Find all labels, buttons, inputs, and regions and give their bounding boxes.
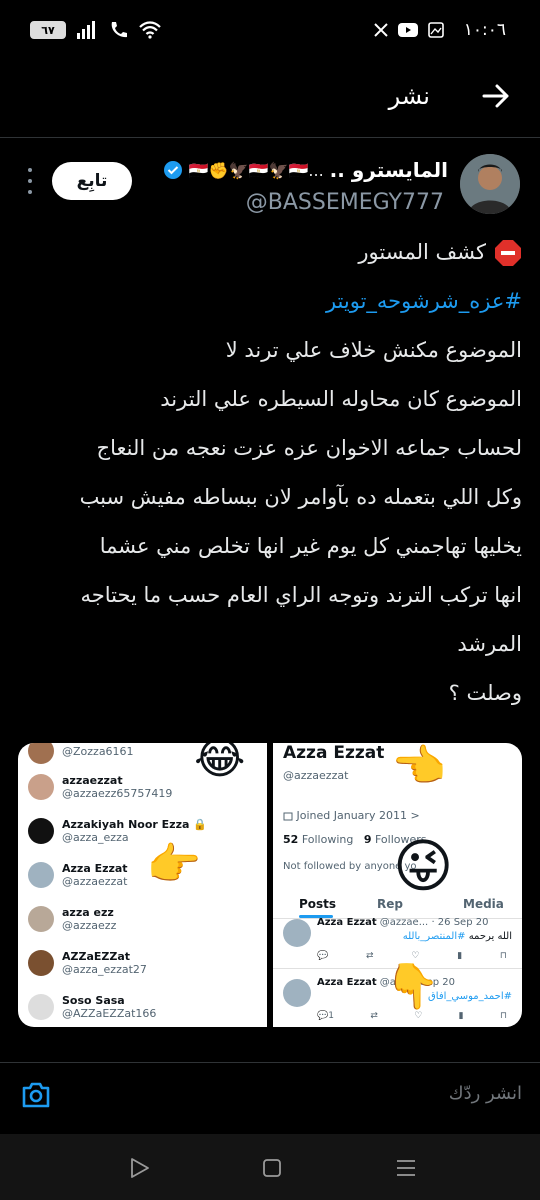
page-title: نشر bbox=[388, 82, 430, 110]
more-options-icon[interactable] bbox=[20, 168, 40, 194]
bookmark-icon: ⊓ bbox=[499, 951, 507, 961]
system-nav-bar bbox=[0, 1134, 540, 1200]
hashtag-link[interactable]: #عزه_شرشوحه_تويتر bbox=[17, 277, 522, 326]
reply-input[interactable]: انشر ردّك bbox=[449, 1083, 522, 1104]
stop-sign-icon bbox=[495, 240, 521, 266]
author-name-row[interactable]: المايسترو .. 🇪🇬✊🦅🇪🇬🦅🇪🇬... bbox=[163, 158, 448, 182]
reply-icon: 💬 bbox=[317, 951, 329, 961]
profile-joined: Joined January 2011 > bbox=[283, 809, 420, 822]
profile-name: Azza Ezzat bbox=[283, 743, 385, 763]
avatar bbox=[283, 919, 311, 947]
like-icon: ♡ bbox=[411, 951, 420, 961]
views-icon: ▮ bbox=[458, 1011, 464, 1021]
pointing-hand-sticker: 👈 bbox=[148, 839, 203, 890]
tweet-line: كشف المستور bbox=[17, 228, 522, 277]
list-item: Soso Sasa @AZZaEZZat166 bbox=[28, 987, 156, 1027]
tweet-line-text: كشف المستور bbox=[358, 240, 486, 264]
follow-button[interactable]: تابِع bbox=[52, 162, 132, 200]
avatar bbox=[28, 818, 54, 844]
youtube-icon bbox=[398, 23, 418, 37]
avatar bbox=[28, 950, 54, 976]
author-handle[interactable]: @BASSEMEGY777 bbox=[246, 190, 444, 215]
profile-tweet: Azza Ezzat @azzae... · 26 Sep 20 الله ير… bbox=[273, 909, 522, 969]
avatar-image bbox=[460, 154, 520, 214]
image-icon bbox=[428, 22, 444, 38]
wifi-call-icon bbox=[111, 22, 127, 38]
status-left: ٦٧ bbox=[30, 20, 162, 40]
avatar bbox=[28, 743, 54, 764]
retweet-icon: ⇄ bbox=[366, 951, 374, 961]
header-divider bbox=[0, 137, 540, 138]
reply-icon: 💬1 bbox=[317, 1011, 334, 1021]
tweet-line: لحساب جماعه الاخوان عزه عزت نعجه من النع… bbox=[96, 436, 522, 460]
reply-composer[interactable]: انشر ردّك bbox=[0, 1063, 540, 1129]
tweet-line: انها تركب الترند وتوجه الراي العام حسب م… bbox=[80, 583, 522, 607]
avatar bbox=[28, 906, 54, 932]
avatar bbox=[28, 862, 54, 888]
signal-icon bbox=[77, 21, 95, 39]
profile-handle: @azzaezzat bbox=[283, 769, 349, 782]
retweet-icon: ⇄ bbox=[370, 1011, 378, 1021]
winking-tongue-emoji-sticker: 😜 bbox=[393, 832, 454, 900]
back-nav-icon[interactable] bbox=[128, 1156, 152, 1180]
clock: ١٠:٠٦ bbox=[463, 20, 506, 40]
tweet-line: الموضوع كان محاوله السيطره علي الترند bbox=[160, 387, 522, 411]
wifi-icon bbox=[139, 21, 161, 39]
pointing-hand-sticker: 👉 bbox=[393, 743, 448, 792]
tweet-line: وصلت ؟ bbox=[448, 681, 522, 705]
author-name-emojis: 🇪🇬✊🦅🇪🇬🦅🇪🇬... bbox=[188, 160, 324, 180]
avatar bbox=[28, 994, 54, 1020]
author-display-name[interactable]: المايسترو .. bbox=[330, 158, 448, 182]
media-image-profile[interactable]: Azza Ezzat @azzaezzat Joined January 201… bbox=[273, 743, 522, 1027]
pointing-down-hand-sticker: 👇 bbox=[385, 961, 440, 1012]
list-item: Azza Ezzat @azzaezzat bbox=[28, 855, 128, 895]
recents-nav-icon[interactable] bbox=[394, 1156, 418, 1180]
tweet-line: يخليها تهاجمني كل يوم غير انها تخلص مني … bbox=[99, 534, 522, 558]
like-icon: ♡ bbox=[414, 1011, 423, 1021]
list-item: AZZaEZZat @azza_ezzat27 bbox=[28, 943, 147, 983]
bookmark-icon: ⊓ bbox=[499, 1011, 507, 1021]
list-item: azzaezzat @azzaezz65757419 bbox=[28, 767, 172, 807]
list-item: azza ezz @azzaezz bbox=[28, 899, 116, 939]
tweet-media[interactable]: @Zozza6161 azzaezzat @azzaezz65757419 Azz… bbox=[18, 743, 522, 1027]
verified-badge-icon bbox=[163, 161, 182, 179]
battery-indicator: ٦٧ bbox=[30, 21, 66, 39]
calendar-icon bbox=[283, 812, 293, 821]
status-app-icons bbox=[374, 22, 444, 38]
avatar bbox=[283, 979, 311, 1007]
top-app-bar: نشر bbox=[0, 66, 540, 130]
tweet-line: المرشد bbox=[457, 632, 522, 656]
media-image-accounts[interactable]: @Zozza6161 azzaezzat @azzaezz65757419 Azz… bbox=[18, 743, 267, 1027]
views-icon: ▮ bbox=[457, 951, 463, 961]
laughing-emoji-sticker: 😂 bbox=[194, 743, 246, 784]
avatar[interactable] bbox=[460, 154, 520, 214]
camera-icon[interactable] bbox=[20, 1079, 52, 1111]
home-nav-icon[interactable] bbox=[260, 1156, 284, 1180]
tweet-line: وكل اللي بتعمله ده بآوامر لان ببساطه مفي… bbox=[79, 485, 522, 509]
x-app-icon bbox=[374, 23, 388, 37]
back-arrow-icon[interactable] bbox=[480, 80, 512, 112]
tweet-text: كشف المستور #عزه_شرشوحه_تويتر الموضوع مك… bbox=[17, 228, 522, 718]
tweet-actions: 💬1 ⇄ ♡ ▮ ⊓ bbox=[317, 1011, 507, 1021]
tweet-actions: 💬 ⇄ ♡ ▮ ⊓ bbox=[317, 951, 507, 961]
avatar bbox=[28, 774, 54, 800]
status-bar: ٦٧ ١٠:٠٦ bbox=[0, 0, 540, 62]
tweet-line: الموضوع مكنش خلاف علي ترند لا bbox=[225, 338, 522, 362]
